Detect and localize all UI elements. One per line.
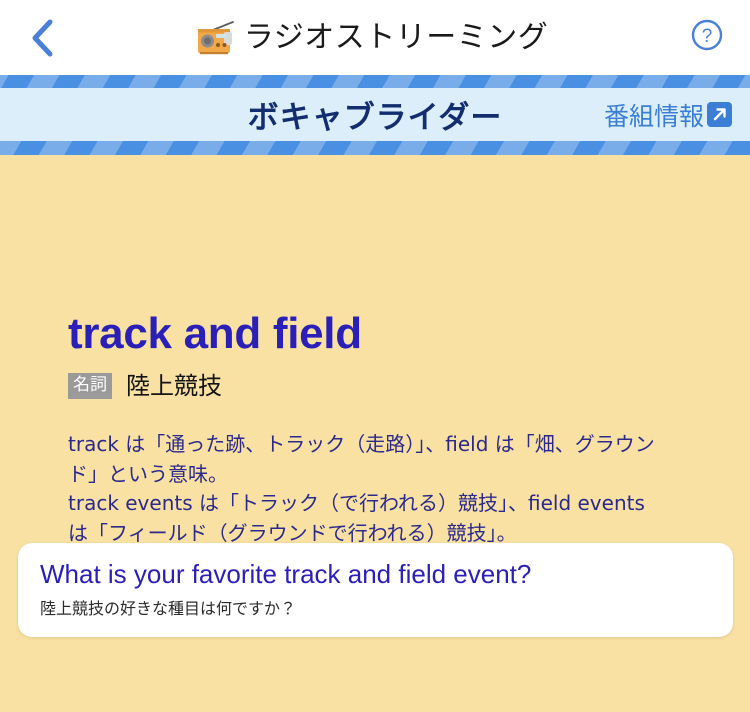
help-button[interactable]: ? bbox=[686, 17, 728, 59]
part-of-speech-row: 名詞 陸上競技 bbox=[68, 373, 222, 399]
program-banner: ボキャブライダー 番組情報 bbox=[0, 75, 750, 155]
program-info-label: 番組情報 bbox=[603, 101, 704, 131]
explanation-line: track は「通った跡、トラック（走路）」、field は「畑、グラウンド」と… bbox=[68, 432, 655, 486]
app-root: ラジオストリーミング ? ボキャブライダー 番組情報 track and fie… bbox=[0, 0, 750, 712]
explanation-line: track events は「トラック（で行われる）競技」、field even… bbox=[68, 491, 645, 545]
top-navigation-bar: ラジオストリーミング ? bbox=[0, 0, 750, 75]
headword-meaning: 陸上競技 bbox=[126, 372, 222, 400]
question-english: What is your favorite track and field ev… bbox=[40, 559, 532, 589]
explanation-text: track は「通った跡、トラック（走路）」、field は「畑、グラウンド」と… bbox=[68, 430, 660, 548]
part-of-speech-badge: 名詞 bbox=[68, 373, 112, 399]
program-info-link[interactable]: 番組情報 bbox=[604, 97, 732, 133]
lesson-content: track and field 名詞 陸上競技 track は「通った跡、トラッ… bbox=[0, 155, 750, 712]
program-title: ボキャブライダー bbox=[247, 100, 503, 136]
external-link-icon bbox=[707, 102, 732, 127]
question-circle-icon: ? bbox=[690, 18, 724, 57]
question-card[interactable]: What is your favorite track and field ev… bbox=[18, 543, 733, 637]
headword: track and field bbox=[68, 309, 362, 358]
radio-icon bbox=[196, 20, 238, 55]
chevron-left-icon bbox=[29, 18, 55, 58]
app-title: ラジオストリーミング bbox=[243, 19, 549, 55]
question-japanese: 陸上競技の好きな種目は何ですか？ bbox=[40, 598, 297, 618]
program-banner-band: ボキャブライダー 番組情報 bbox=[0, 88, 750, 141]
app-title-group: ラジオストリーミング bbox=[58, 19, 686, 55]
svg-text:?: ? bbox=[702, 26, 713, 47]
